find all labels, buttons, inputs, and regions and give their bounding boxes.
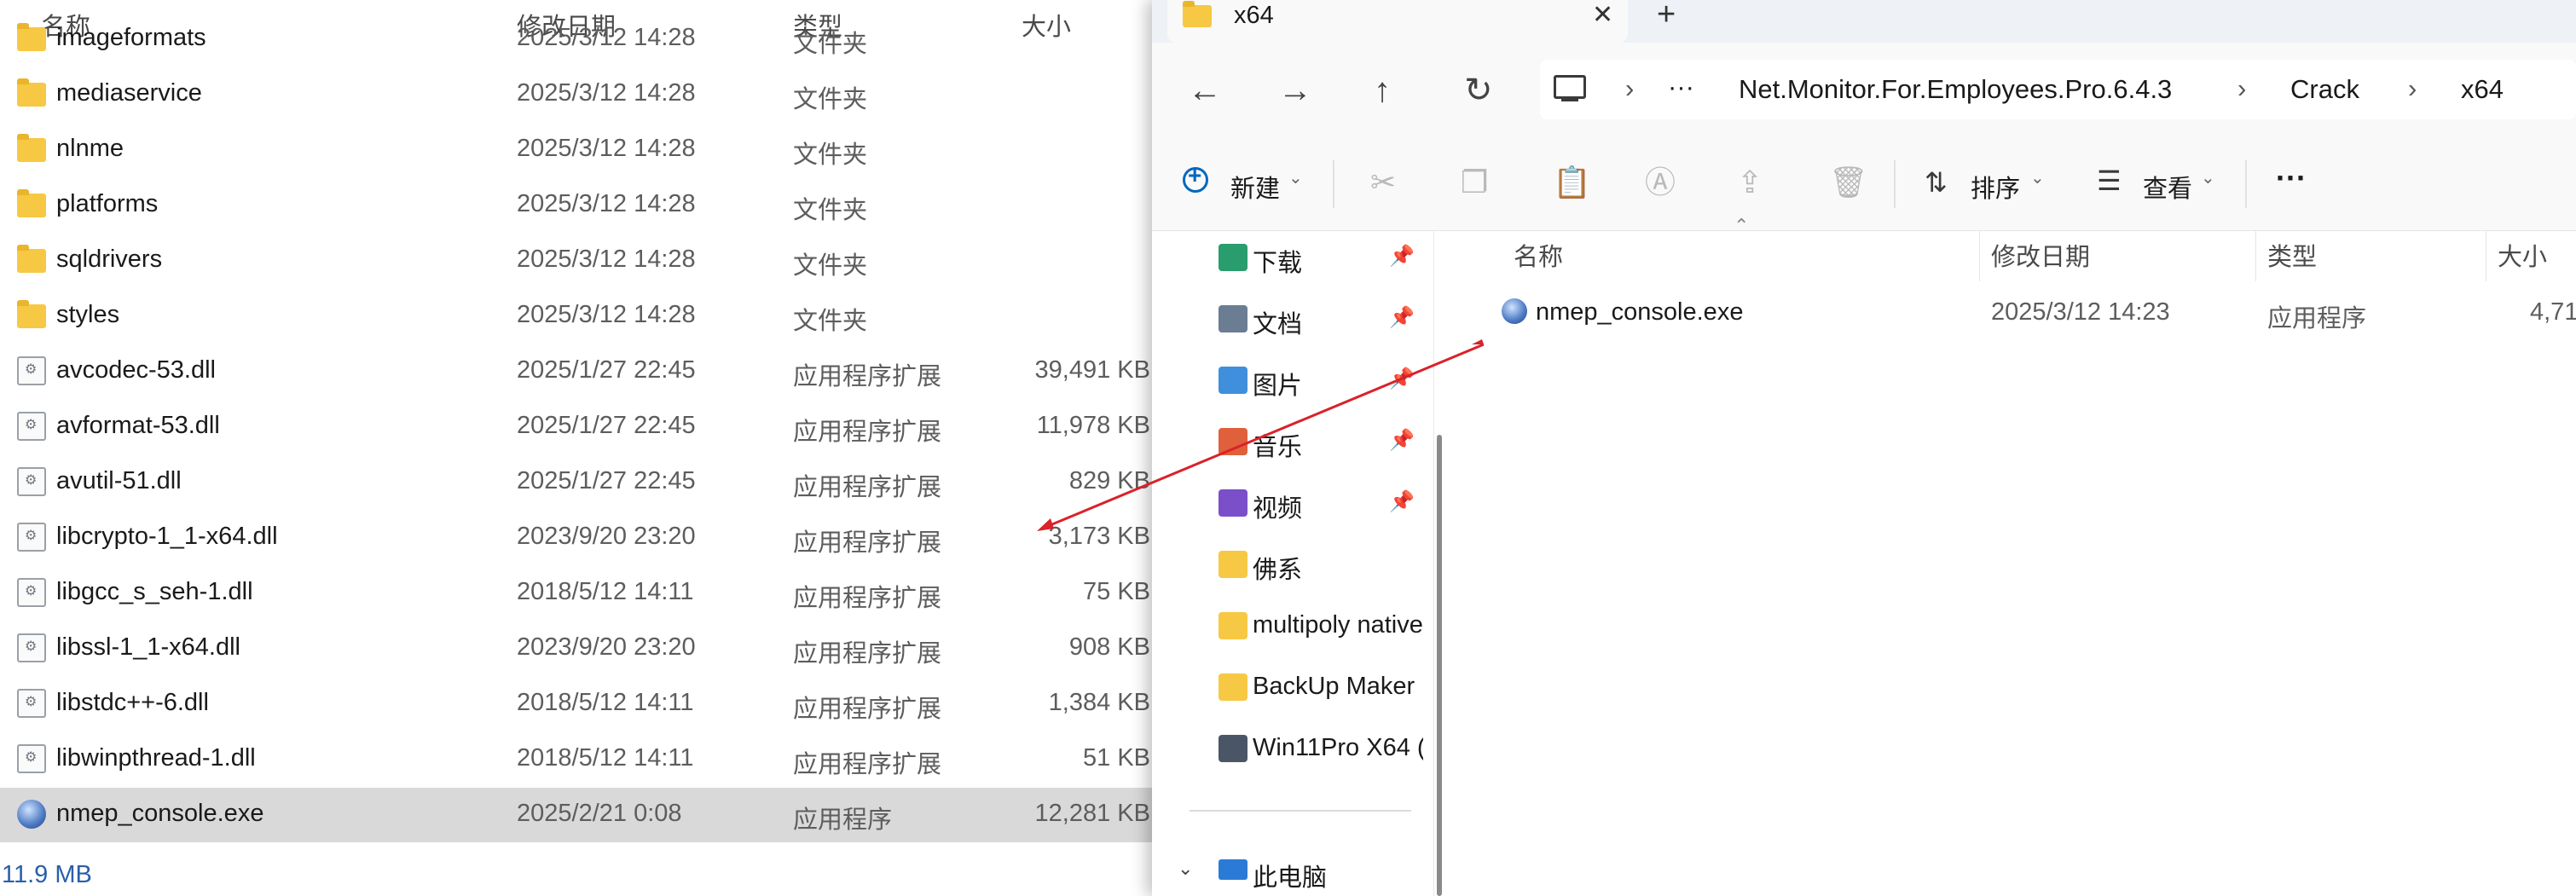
- annotation-arrow: [1037, 339, 1485, 531]
- arrow-head: [1037, 518, 1054, 531]
- arrow-line: [1041, 343, 1485, 530]
- arrow-tail: [1472, 339, 1484, 344]
